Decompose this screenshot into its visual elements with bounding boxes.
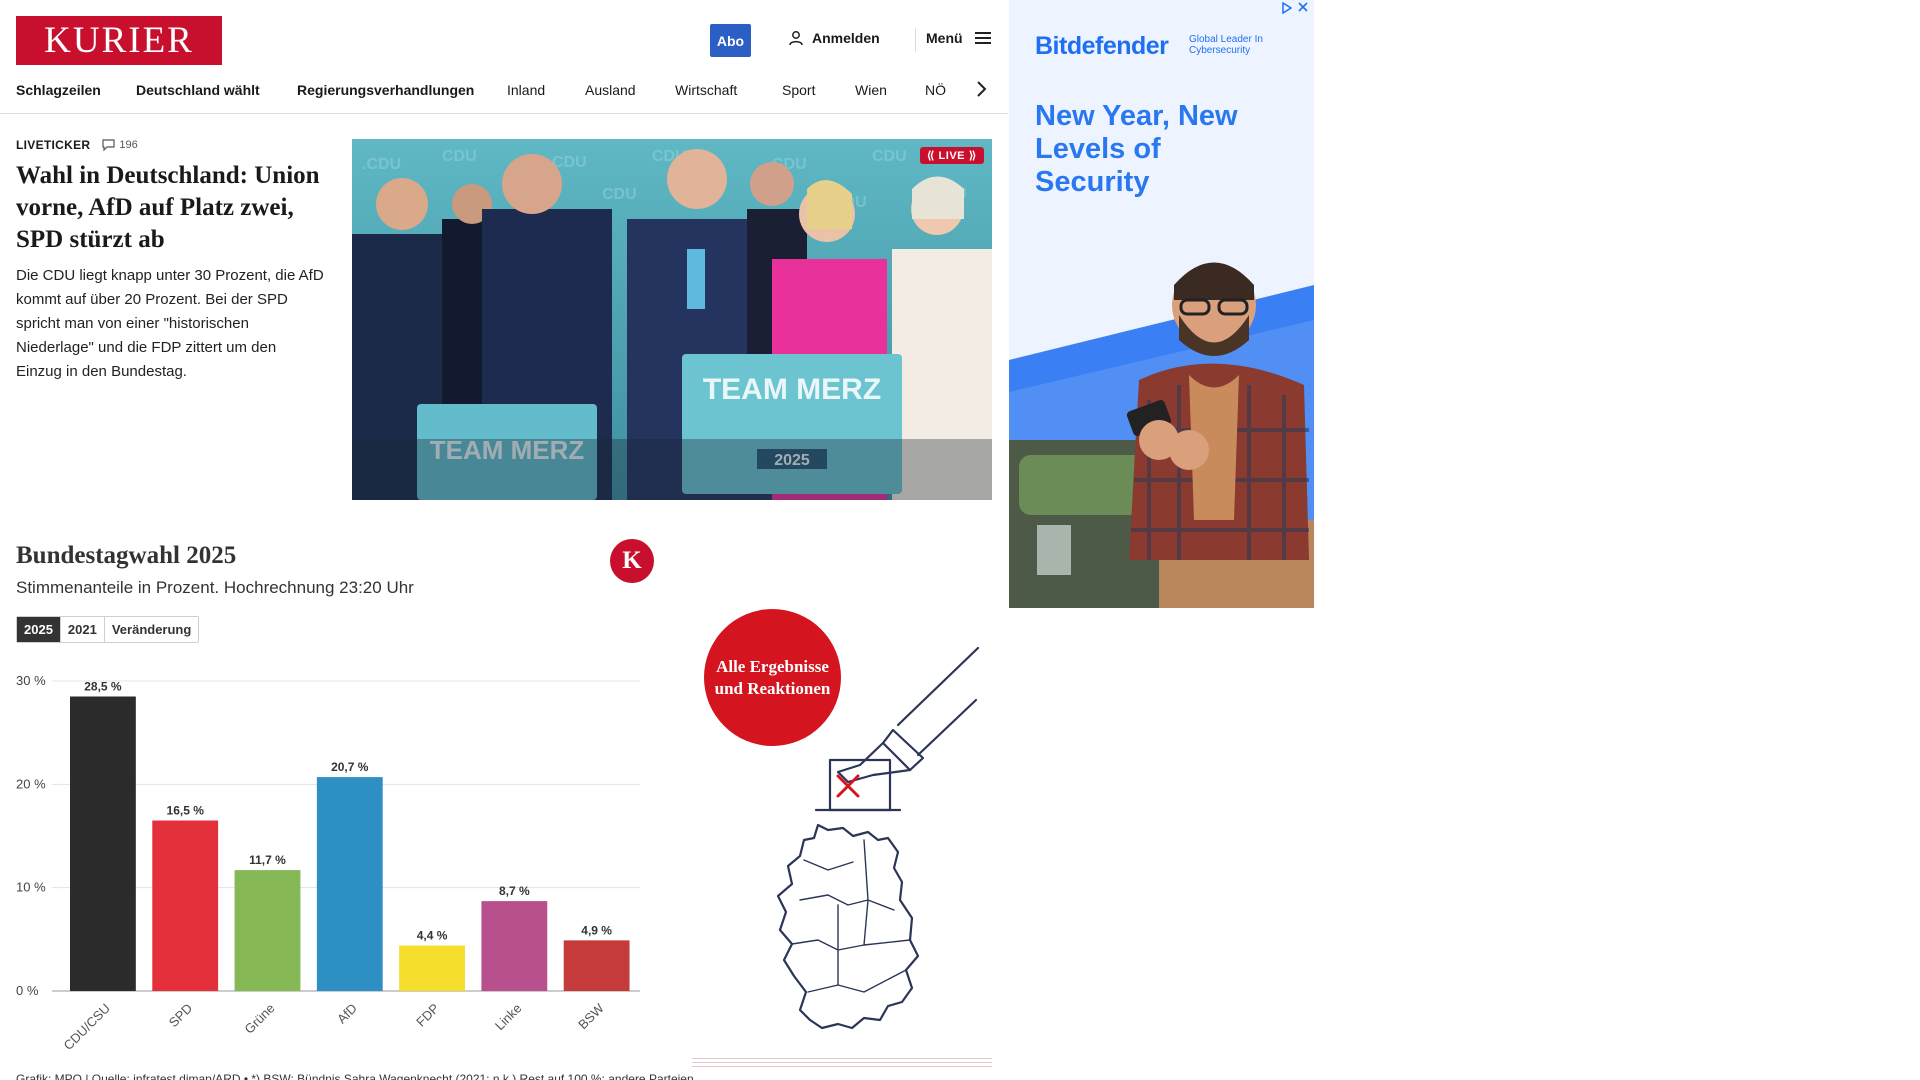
comment-count[interactable]: 196 [102,139,138,151]
ad-tagline: Global Leader In Cybersecurity [1189,34,1263,56]
bar-gr-ne [234,870,301,991]
login-label: Anmelden [812,30,880,46]
bar-linke [481,901,548,991]
x-category-label: CDU/CSU [61,1001,113,1053]
liveticker-label: LIVETICKER [16,138,91,152]
nav-item-inland[interactable]: Inland [507,82,585,98]
liveticker-meta: LIVETICKER 196 [16,138,138,152]
y-tick-label: 10 % [16,880,46,895]
bar-data-label: 8,7 % [499,884,530,898]
login-button[interactable]: Anmelden [788,30,880,46]
advertisement[interactable]: Bitdefender Global Leader In Cybersecuri… [1009,0,1314,608]
nav-item-sport[interactable]: Sport [782,82,855,98]
bar-afd [316,777,383,991]
hamburger-icon [974,32,991,44]
ad-headline: New Year, New Levels of Security [1035,100,1238,198]
nav-item-ausland[interactable]: Ausland [585,82,675,98]
lead-headline[interactable]: Wahl in Deutschland: Union vorne, AfD au… [16,160,326,256]
ad-background [1009,0,1314,608]
x-category-label: Grüne [241,1001,277,1037]
tab-2025[interactable]: 2025 [17,617,61,642]
svg-text:CDU: CDU [442,148,477,165]
user-icon [789,31,803,46]
nav-item-wien[interactable]: Wien [855,82,925,98]
bar-data-label: 16,5 % [167,804,205,818]
section-nav: Schlagzeilen Deutschland wählt Regierung… [16,79,955,101]
adchoices-icon[interactable] [1282,2,1292,14]
bar-data-label: 20,7 % [331,760,369,774]
x-category-label: SPD [166,1001,196,1031]
svg-text:CDU: CDU [872,148,907,165]
nav-item-noe[interactable]: NÖ [925,82,955,98]
chart-tabs: 2025 2021 Veränderung [16,616,200,643]
tab-2021[interactable]: 2021 [60,617,105,642]
y-tick-label: 0 % [16,983,39,998]
bar-bsw [563,940,630,991]
x-category-label: AfD [334,1001,360,1027]
x-category-label: Linke [492,1001,525,1034]
comment-count-value: 196 [119,139,138,151]
close-icon[interactable] [1298,2,1308,12]
svg-text:.CDU: .CDU [362,156,401,173]
y-tick-label: 20 % [16,776,46,791]
site-logo[interactable]: KURIER [16,16,222,65]
nav-item-schlagzeilen[interactable]: Schlagzeilen [16,82,136,98]
site-header: KURIER Abo Anmelden Menü Schlagzeilen De… [0,0,1008,114]
bar-cdu-csu [70,696,136,991]
header-divider [915,28,916,52]
x-category-label: BSW [575,1000,607,1032]
menu-label: Menü [926,30,963,46]
kurier-k-badge: K [610,539,654,583]
lead-photo-image: .CDUCDUCDUCDU CDUCDUCDUCDU CDUCDU [352,139,992,500]
bar-data-label: 4,9 % [581,923,612,937]
nav-item-deutschland-waehlt[interactable]: Deutschland wählt [136,82,297,98]
live-badge: ⟪ LIVE ⟫ [919,147,984,164]
bar-spd [152,820,219,991]
y-tick-label: 30 % [16,673,46,688]
menu-button[interactable]: Menü [926,30,991,46]
comment-icon [102,139,115,151]
lead-photo[interactable]: .CDUCDUCDUCDU CDUCDUCDUCDU CDUCDU [352,139,992,500]
nav-item-regierungsverhandlungen[interactable]: Regierungsverhandlungen [297,82,507,98]
bar-data-label: 11,7 % [249,853,286,867]
sign-team-merz: TEAM MERZ [703,373,881,406]
chart-subtitle: Stimmenanteile in Prozent. Hochrechnung … [16,578,414,597]
ad-controls [1282,2,1308,14]
chart-title: Bundestagwahl 2025 [16,542,237,569]
results-promo[interactable]: Alle Ergebnisse und Reaktionen [688,600,998,1080]
svg-text:CDU: CDU [602,186,637,203]
ad-brand-logo: Bitdefender [1035,32,1169,60]
ballot-germany-illustration [692,646,992,1067]
x-category-label: FDP [413,1001,442,1030]
chart-source-note: Grafik: MPO | Quelle: infratest dimap/AR… [16,1072,694,1080]
nav-item-wirtschaft[interactable]: Wirtschaft [675,82,782,98]
chevron-right-icon[interactable] [976,80,988,98]
bar-data-label: 28,5 % [84,680,122,694]
abo-button[interactable]: Abo [710,24,751,57]
bar-fdp [399,945,465,991]
lead-teaser: Die CDU liegt knapp unter 30 Prozent, di… [16,267,324,380]
results-bar-chart: 0 % 10 % 20 % 30 % 28,5 % CDU/CSU 16,5 % SPD 11,… [16,673,640,1053]
tab-veraenderung[interactable]: Veränderung [104,617,199,642]
bar-data-label: 4,4 % [417,929,448,943]
